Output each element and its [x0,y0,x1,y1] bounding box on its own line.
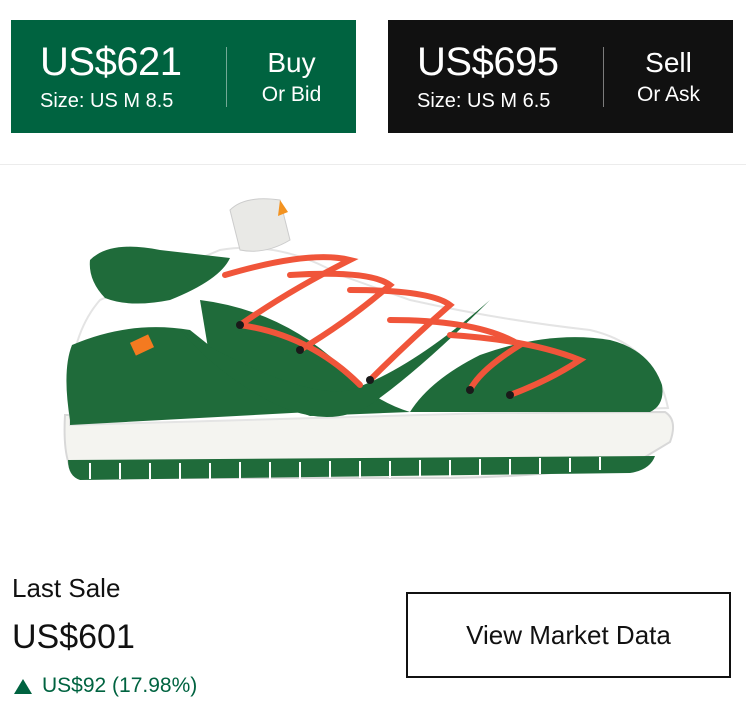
buy-size: Size: US M 8.5 [40,89,174,112]
last-sale-label: Last Sale [12,573,121,603]
buy-sublabel: Or Bid [261,82,322,106]
buy-button[interactable]: US$621 Size: US M 8.5 Buy Or Bid [11,20,356,133]
sell-price: US$695 [417,39,559,84]
buy-label-block: Buy Or Bid [227,46,356,108]
sell-label-block: Sell Or Ask [604,46,733,108]
sell-size: Size: US M 6.5 [417,89,551,112]
sell-label: Sell [645,46,692,78]
sell-button[interactable]: US$695 Size: US M 6.5 Sell Or Ask [388,20,733,133]
sneaker-image [63,198,675,480]
buy-label: Buy [267,46,316,78]
price-change: US$92 (17.98%) [14,673,197,699]
view-market-data-button[interactable]: View Market Data [406,592,731,678]
buy-price-block: US$621 Size: US M 8.5 [11,40,226,114]
sell-sublabel: Or Ask [636,82,700,106]
price-change-value: US$92 (17.98%) [42,674,198,697]
triangle-up-icon [14,678,32,694]
last-sale-price: US$601 [12,618,135,656]
sell-price-block: US$695 Size: US M 6.5 [388,40,603,114]
section-divider [0,164,746,165]
buy-price: US$621 [40,39,182,84]
